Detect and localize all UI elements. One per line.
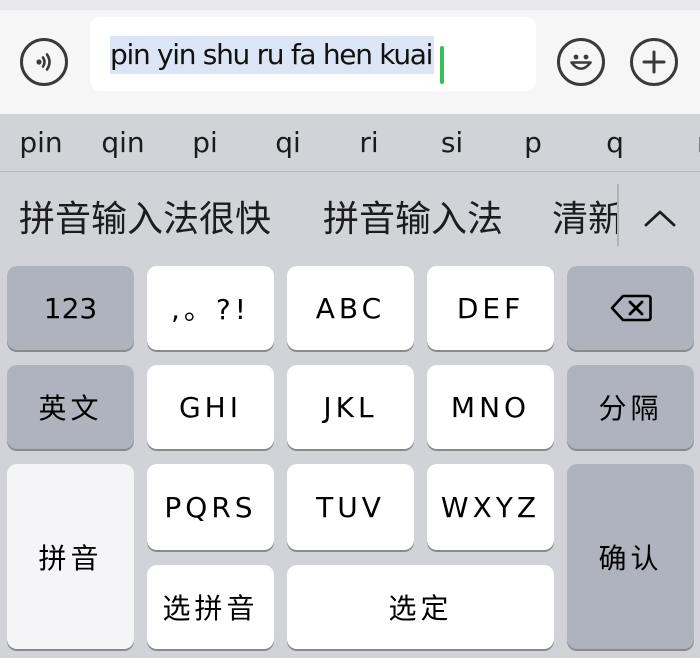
def-key-label: DEF [456,291,525,325]
text-caret [440,46,444,84]
separator-key[interactable]: 分隔 [567,365,694,449]
tuv-key[interactable]: TUV [287,464,414,550]
composition-field[interactable]: pin yin shu ru fa hen kuai [90,17,536,91]
add-button[interactable] [630,38,678,86]
select-key[interactable]: 选定 [287,565,554,649]
ghi-key[interactable]: GHI [147,365,274,449]
tuv-key-label: TUV [316,490,385,524]
emoji-button[interactable] [557,38,605,86]
pinyin-option[interactable]: qi [275,114,301,172]
abc-key[interactable]: ABC [287,266,414,350]
pinyin-option[interactable]: pi [192,114,218,172]
choose-pinyin-key-label: 选拼音 [162,592,259,625]
jkl-key[interactable]: JKL [287,365,414,449]
confirm-key[interactable]: 确认 [567,464,694,649]
numbers-key[interactable]: 123 [7,266,134,350]
select-key-label: 选定 [388,592,453,625]
pinyin-option[interactable]: q [606,114,624,172]
punctuation-key-label: ,。?! [171,293,250,326]
separator-key-label: 分隔 [598,392,663,425]
pinyin-option[interactable]: qin [101,114,144,172]
candidate-list: 拼音输入法很快 拼音输入法 清新 [0,172,617,264]
mno-key-label: MNO [450,390,531,424]
composition-text: pin yin shu ru fa hen kuai [110,36,435,74]
mno-key[interactable]: MNO [427,365,554,449]
pinyin-option[interactable]: si [441,114,463,172]
def-key[interactable]: DEF [427,266,554,350]
punctuation-key[interactable]: ,。?! [147,266,274,350]
candidate-bar: 拼音输入法很快 拼音输入法 清新 [0,172,700,264]
pqrs-key-label: PQRS [164,490,257,524]
voice-button[interactable] [20,38,68,86]
wxyz-key-label: WXYZ [440,490,541,524]
delete-key[interactable] [567,266,694,350]
plus-circle-icon [642,50,666,74]
pinyin-mode-key[interactable]: 拼音 [7,464,134,649]
jkl-key-label: JKL [323,390,378,424]
candidate-item[interactable]: 拼音输入法 [323,172,503,264]
candidate-item[interactable]: 拼音输入法很快 [19,172,271,264]
wxyz-key[interactable]: WXYZ [427,464,554,550]
backspace-icon [610,294,652,322]
pinyin-options-bar: pin qin pi qi ri si p q r [0,114,700,172]
candidate-item[interactable]: 清新 [552,172,617,264]
pinyin-option[interactable]: pin [19,114,62,172]
pinyin-option[interactable]: ri [359,114,378,172]
pinyin-option[interactable]: p [524,114,542,172]
speaker-waves-icon [36,53,51,71]
smiley-face-icon [570,54,592,71]
confirm-key-label: 确认 [598,541,663,575]
pqrs-key[interactable]: PQRS [147,464,274,550]
numbers-key-label: 123 [43,291,98,325]
abc-key-label: ABC [315,291,386,325]
ghi-key-label: GHI [178,390,242,424]
choose-pinyin-key[interactable]: 选拼音 [147,565,274,649]
english-key[interactable]: 英文 [7,365,134,449]
expand-candidates-button[interactable] [619,172,700,264]
pinyin-mode-key-label: 拼音 [38,541,103,575]
chevron-up-icon [644,210,675,227]
english-key-label: 英文 [38,392,103,425]
